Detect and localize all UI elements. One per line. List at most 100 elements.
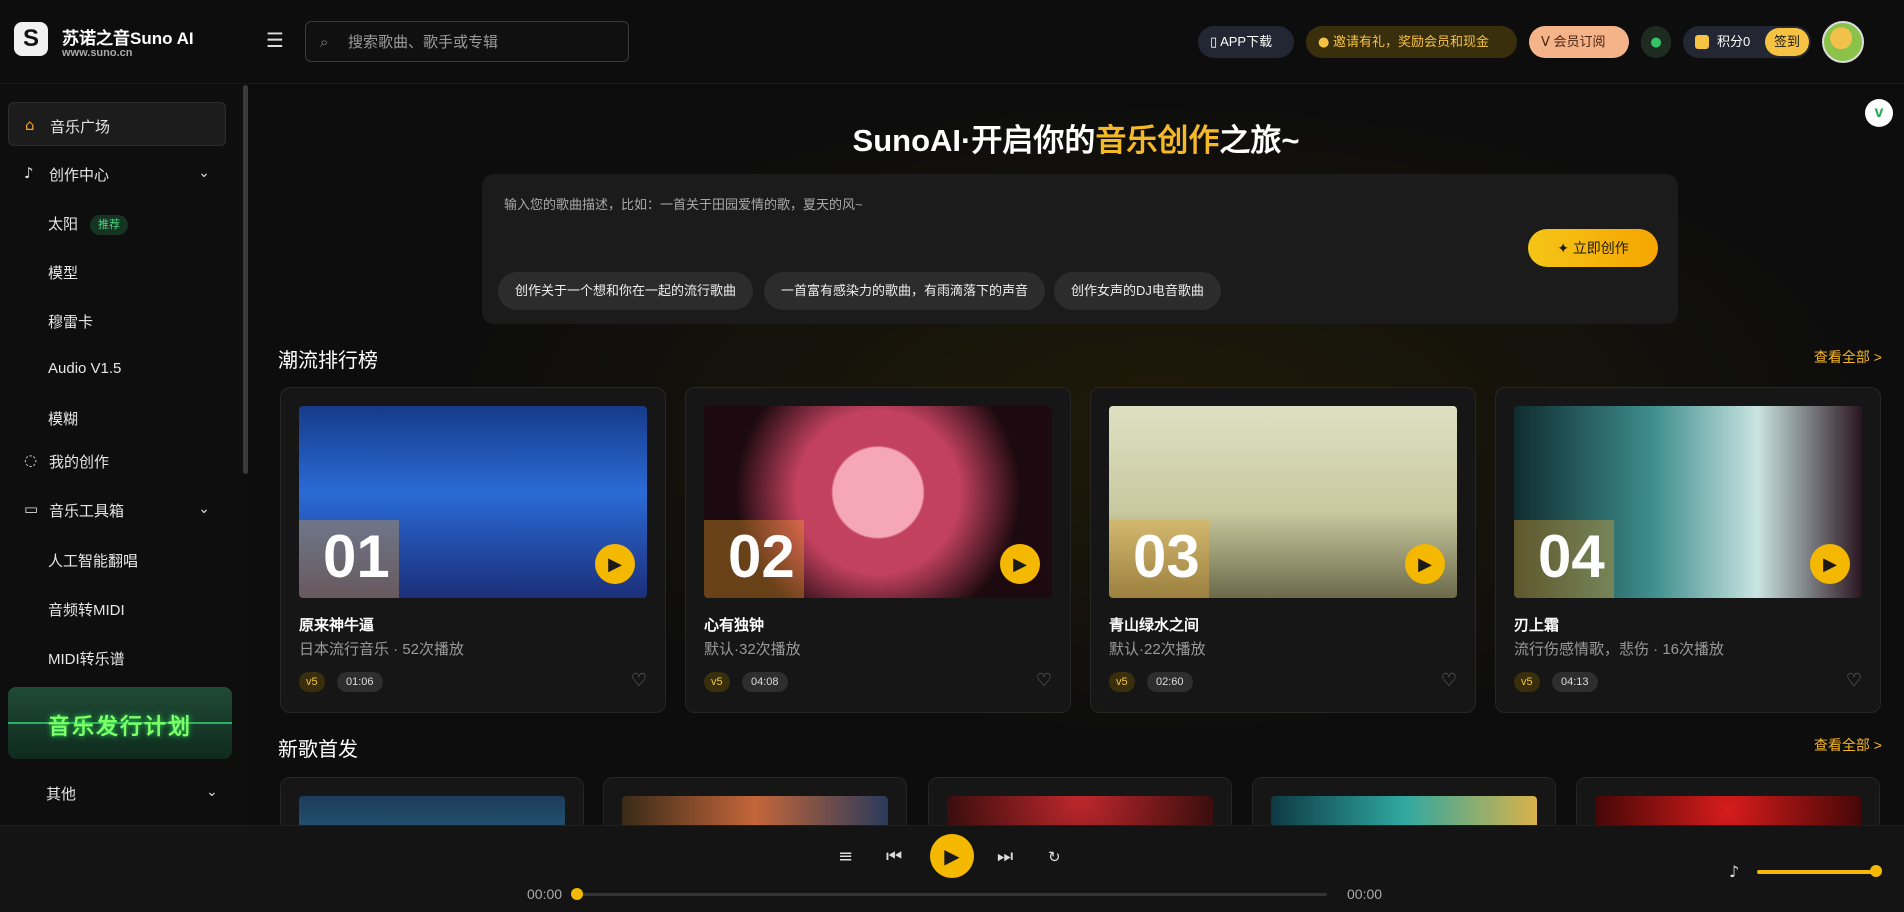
sidebar-item-label: 创作中心 <box>49 167 110 184</box>
song-cover-image[interactable] <box>299 796 565 825</box>
invite-button[interactable]: ● 邀请有礼，奖励会员和现金 <box>1306 26 1517 58</box>
sidebar-item-creation-center[interactable]: ♪ 创作中心 ⌄ <box>8 151 226 195</box>
play-icon[interactable]: ▶ <box>1810 544 1850 584</box>
sidebar-subitem-blur[interactable]: 模糊 <box>48 408 78 429</box>
version-badge: v5 <box>299 672 325 692</box>
floating-assistant-icon[interactable]: v <box>1865 99 1893 127</box>
sidebar-subitem-mureka[interactable]: 穆雷卡 <box>48 311 93 332</box>
promo-title: 音乐发行计划 <box>47 714 192 739</box>
song-title[interactable]: 刃上霜 <box>1514 614 1559 635</box>
song-cover-image[interactable] <box>1271 796 1537 825</box>
search-box[interactable]: ⌕ <box>305 21 629 62</box>
toolbox-icon: ▭ <box>24 500 39 518</box>
playlist-icon[interactable]: ≡ <box>838 846 853 867</box>
sidebar-item-music-plaza[interactable]: ⌂ 音乐广场 <box>8 102 226 146</box>
points-label: 积分0 <box>1717 34 1751 49</box>
volume-slider[interactable] <box>1757 870 1877 874</box>
progress-bar[interactable] <box>577 893 1327 896</box>
rank-number: 01 <box>323 523 390 590</box>
new-song-card[interactable] <box>928 777 1232 825</box>
play-icon[interactable]: ▶ <box>595 544 635 584</box>
next-icon[interactable]: ⏭ <box>997 846 1013 867</box>
play-icon[interactable]: ▶ <box>1405 544 1445 584</box>
vip-subscribe-button[interactable]: V 会员订阅 <box>1529 26 1629 58</box>
brand-name[interactable]: 苏诺之音Suno AI <box>62 24 194 49</box>
volume-knob[interactable] <box>1870 865 1882 877</box>
sidebar-item-label: 音乐广场 <box>50 119 111 136</box>
song-cover-image[interactable] <box>622 796 888 825</box>
new-song-card[interactable] <box>1576 777 1880 825</box>
suggestion-chip[interactable]: 创作女声的DJ电音歌曲 <box>1054 272 1221 310</box>
prompt-box[interactable]: 输入您的歌曲描述，比如：一首关于田园爱情的歌，夏天的风~ ✦ 立即创作 创作关于… <box>482 174 1678 324</box>
heart-icon[interactable]: ♡ <box>631 670 647 691</box>
sidebar: ⌂ 音乐广场 ♪ 创作中心 ⌄ 太阳 推荐 模型 穆雷卡 Audio V1.5 模… <box>0 85 248 825</box>
sidebar-subitem-audio-midi[interactable]: 音频转MIDI <box>48 599 125 620</box>
music-release-banner[interactable]: 音乐发行计划 <box>8 687 232 759</box>
song-title[interactable]: 原来神牛逼 <box>299 614 374 635</box>
new-releases-see-all-link[interactable]: 查看全部 > <box>1814 735 1882 755</box>
song-cover-image[interactable]: 02 ▶ <box>704 406 1052 598</box>
current-time: 00:00 <box>527 886 563 902</box>
song-cover-image[interactable] <box>1595 796 1861 825</box>
sign-in-button[interactable]: 签到 <box>1765 28 1809 56</box>
prev-icon[interactable]: ⏮ <box>886 846 902 867</box>
play-icon[interactable]: ▶ <box>1000 544 1040 584</box>
song-title[interactable]: 青山绿水之间 <box>1109 614 1199 635</box>
sidebar-subitem-sun[interactable]: 太阳 推荐 <box>48 213 129 235</box>
song-meta: 日本流行音乐 · 52次播放 <box>299 641 465 658</box>
progress-knob[interactable] <box>571 888 583 900</box>
heart-icon[interactable]: ♡ <box>1846 670 1862 691</box>
song-card[interactable]: 02 ▶ 心有独钟 默认·32次播放 v5 04:08 ♡ <box>685 387 1071 713</box>
volume-icon[interactable]: ♪ <box>1729 862 1739 881</box>
suggestion-chip[interactable]: 创作关于一个想和你在一起的流行歌曲 <box>498 272 754 310</box>
chevron-down-icon[interactable]: ⌄ <box>206 784 218 800</box>
song-card[interactable]: 03 ▶ 青山绿水之间 默认·22次播放 v5 02:60 ♡ <box>1090 387 1476 713</box>
sidebar-item-my-creations[interactable]: ◌ 我的创作 <box>8 438 226 482</box>
phone-icon: ▯ <box>1210 35 1218 50</box>
song-title[interactable]: 心有独钟 <box>704 614 764 635</box>
song-meta: 默认·22次播放 <box>1109 641 1206 658</box>
app-download-button[interactable]: ▯ APP下载 <box>1198 26 1294 58</box>
song-card[interactable]: 01 ▶ 原来神牛逼 日本流行音乐 · 52次播放 v5 01:06 ♡ <box>280 387 666 713</box>
new-song-card[interactable] <box>603 777 907 825</box>
trending-see-all-link[interactable]: 查看全部 > <box>1814 347 1882 367</box>
money-bag-icon: ● <box>1318 35 1330 50</box>
hero-title: SunoAI·开启你的音乐创作之旅~ <box>852 123 1300 158</box>
prompt-placeholder[interactable]: 输入您的歌曲描述，比如：一首关于田园爱情的歌，夏天的风~ <box>504 194 863 213</box>
new-song-card[interactable] <box>1252 777 1556 825</box>
wechat-button[interactable]: ● <box>1641 26 1671 58</box>
points-widget[interactable]: 积分0 签到 <box>1683 26 1811 58</box>
create-now-button[interactable]: ✦ 立即创作 <box>1528 229 1658 267</box>
rank-number: 04 <box>1538 523 1605 590</box>
song-cover-image[interactable] <box>947 796 1213 825</box>
brand-domain: www.suno.cn <box>62 47 133 59</box>
version-badge: v5 <box>704 672 730 692</box>
sidebar-subitem-audio[interactable]: Audio V1.5 <box>48 360 121 377</box>
sidebar-item-toolbox[interactable]: ▭ 音乐工具箱 ⌄ <box>8 487 226 531</box>
suggestion-chip[interactable]: 一首富有感染力的歌曲，有雨滴落下的声音 <box>764 272 1046 310</box>
song-cover-image[interactable]: 03 ▶ <box>1109 406 1457 598</box>
heart-icon[interactable]: ♡ <box>1036 670 1052 691</box>
search-icon: ⌕ <box>320 33 329 51</box>
sidebar-subitem-model[interactable]: 模型 <box>48 262 78 283</box>
sidebar-subitem-midi-score[interactable]: MIDI转乐谱 <box>48 648 125 669</box>
rank-number: 03 <box>1133 523 1200 590</box>
trending-section-title: 潮流排行榜 <box>278 350 378 372</box>
search-input[interactable] <box>348 30 618 54</box>
logo-icon[interactable]: S <box>14 22 48 56</box>
repeat-icon[interactable]: ↻ <box>1048 848 1061 866</box>
invite-label: 邀请有礼，奖励会员和现金 <box>1332 34 1489 49</box>
sidebar-item-other[interactable]: 其他 <box>46 783 76 804</box>
duration-badge: 02:60 <box>1147 672 1193 692</box>
heart-icon[interactable]: ♡ <box>1441 670 1457 691</box>
song-cover-image[interactable]: 04 ▶ <box>1514 406 1862 598</box>
user-avatar[interactable] <box>1822 21 1864 63</box>
menu-toggle-icon[interactable]: ☰ <box>266 28 290 52</box>
play-pause-button[interactable]: ▶ <box>930 834 974 878</box>
sidebar-subitem-ai-cover[interactable]: 人工智能翻唱 <box>48 550 138 571</box>
sparkle-icon: ✦ <box>1557 241 1569 257</box>
new-song-card[interactable] <box>280 777 584 825</box>
song-cover-image[interactable]: 01 ▶ <box>299 406 647 598</box>
song-card[interactable]: 04 ▶ 刃上霜 流行伤感情歌，悲伤 · 16次播放 v5 04:13 ♡ <box>1495 387 1881 713</box>
duration-badge: 04:13 <box>1552 672 1598 692</box>
